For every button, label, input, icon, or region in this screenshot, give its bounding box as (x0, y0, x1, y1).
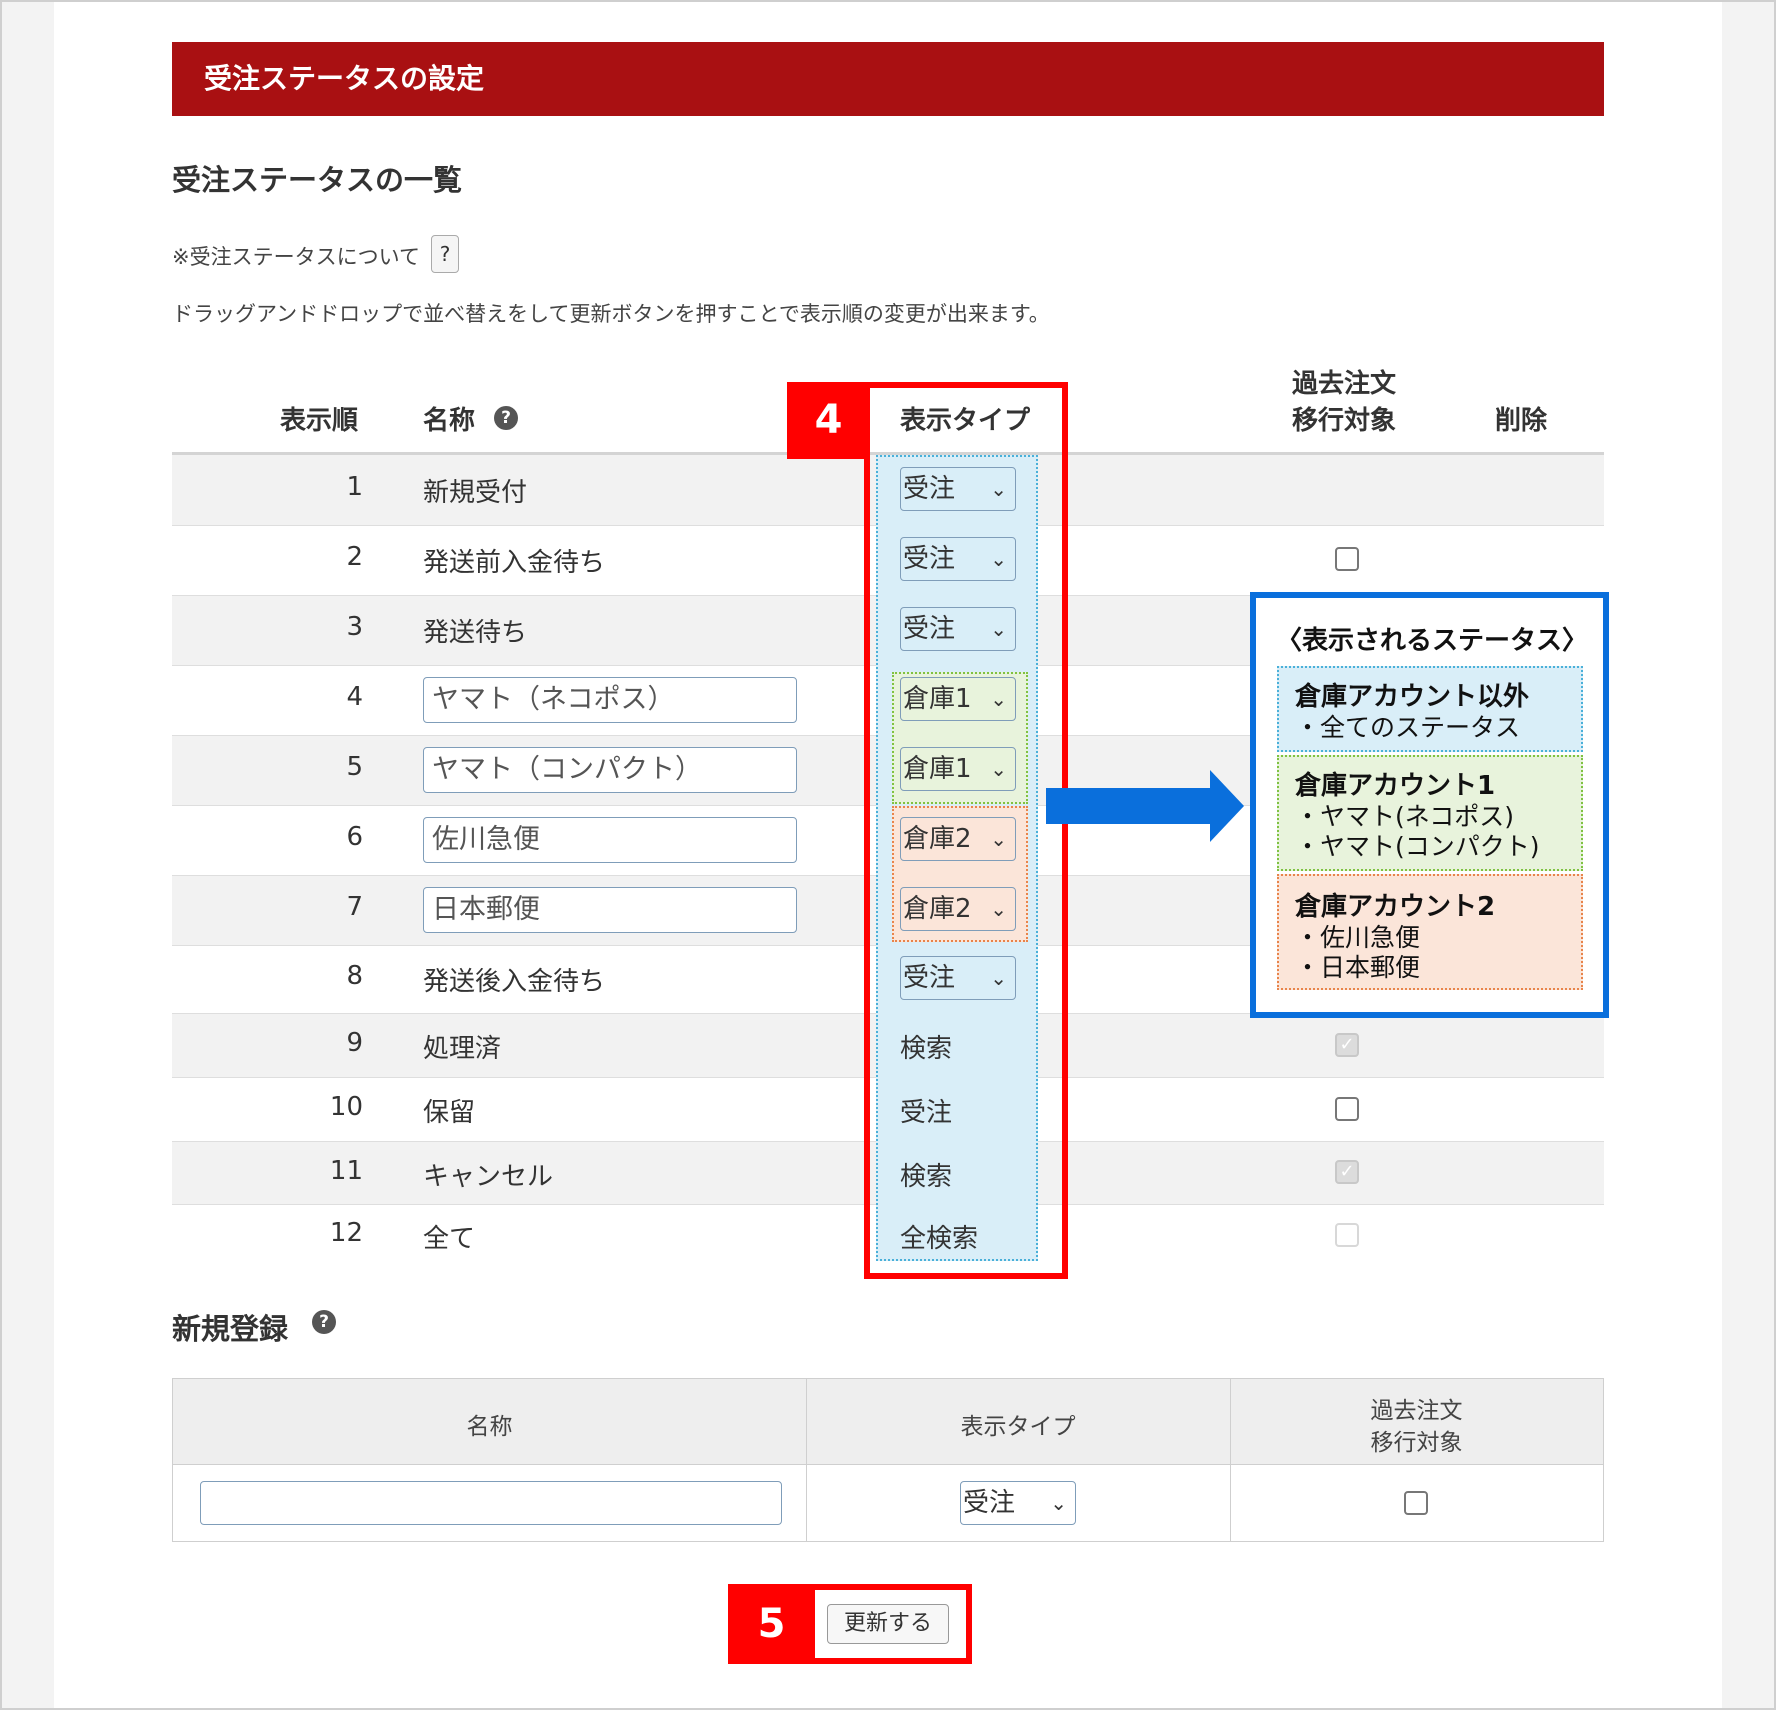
page-title: 受注ステータスの設定 (204, 62, 485, 95)
callout-group-warehouse2: 倉庫アカウント2 ・佐川急便 ・日本郵便 (1277, 874, 1583, 990)
row-name: 発送前入金待ち (423, 548, 606, 578)
callout-group-default: 倉庫アカウント以外 ・全てのステータス (1277, 666, 1583, 752)
register-migrate-checkbox[interactable] (1404, 1491, 1428, 1515)
annotation-label-4: 4 (787, 382, 870, 459)
register-name-input[interactable] (200, 1481, 782, 1525)
migrate-checkbox: ✓ (1335, 1033, 1359, 1057)
status-callout: 〈表示されるステータス〉 倉庫アカウント以外 ・全てのステータス 倉庫アカウント… (1250, 592, 1609, 1018)
register-header-migrate-line1: 過去注文 (1370, 1398, 1463, 1424)
header-delete: 削除 (1495, 406, 1548, 436)
arrow-right-icon (1046, 770, 1244, 842)
annotation-box-4 (864, 382, 1068, 1279)
page-header: 受注ステータスの設定 (172, 42, 1604, 116)
update-button[interactable]: 更新する (827, 1604, 949, 1644)
chevron-down-icon: ⌄ (1050, 1491, 1067, 1515)
header-migrate-line1: 過去注文 (1292, 369, 1397, 399)
left-gutter (2, 2, 54, 1708)
row-order: 11 (329, 1156, 363, 1186)
callout-group-item: ・日本郵便 (1295, 953, 1421, 982)
status-name-input[interactable]: 佐川急便 (423, 817, 797, 863)
row-order: 2 (346, 542, 363, 572)
register-header-migrate-line2: 移行対象 (1370, 1430, 1463, 1456)
callout-group-warehouse1: 倉庫アカウント1 ・ヤマト(ネコポス) ・ヤマト(コンパクト) (1277, 755, 1583, 871)
migrate-checkbox[interactable] (1335, 547, 1359, 571)
name-help-icon[interactable]: ? (494, 406, 518, 430)
row-name: 保留 (423, 1098, 476, 1128)
row-order: 12 (329, 1218, 363, 1248)
header-name: 名称 (423, 406, 476, 436)
callout-group-item: ・全てのステータス (1295, 713, 1521, 742)
register-header-name: 名称 (466, 1414, 513, 1440)
annotation-label-5: 5 (728, 1584, 815, 1664)
column-divider (806, 1379, 807, 1541)
row-order: 10 (329, 1092, 363, 1122)
reorder-description: ドラッグアンドドロップで並べ替えをして更新ボタンを押すことで表示順の変更が出来ま… (172, 302, 1050, 326)
row-name: 全て (423, 1224, 476, 1254)
list-section-title: 受注ステータスの一覧 (172, 163, 463, 197)
row-order: 5 (346, 752, 363, 782)
row-order: 7 (346, 892, 363, 922)
register-type-value: 受注 (963, 1488, 1016, 1518)
migrate-checkbox (1335, 1223, 1359, 1247)
right-gutter (1722, 2, 1774, 1708)
register-type-select[interactable]: 受注 ⌄ (960, 1481, 1076, 1525)
row-name: 処理済 (423, 1034, 502, 1064)
status-help-button[interactable]: ? (431, 235, 459, 273)
row-order: 3 (346, 612, 363, 642)
migrate-checkbox: ✓ (1335, 1160, 1359, 1184)
header-order: 表示順 (280, 406, 359, 436)
row-order: 8 (346, 961, 363, 991)
register-header-type: 表示タイプ (960, 1414, 1076, 1440)
row-name: 新規受付 (423, 478, 528, 508)
row-order: 6 (346, 822, 363, 852)
header-migrate-line2: 移行対象 (1292, 406, 1397, 436)
status-name-input[interactable]: ヤマト（ネコポス） (423, 677, 797, 723)
row-order: 9 (346, 1028, 363, 1058)
register-section-title: 新規登録 (172, 1312, 289, 1346)
callout-title: 〈表示されるステータス〉 (1276, 626, 1589, 656)
callout-group-item: ・ヤマト(コンパクト) (1295, 832, 1540, 861)
register-table: 名称 表示タイプ 過去注文 移行対象 受注 ⌄ (172, 1378, 1604, 1542)
row-name: 発送後入金待ち (423, 967, 606, 997)
status-name-input[interactable]: 日本郵便 (423, 887, 797, 933)
status-note: ※受注ステータスについて (172, 245, 420, 269)
migrate-checkbox[interactable] (1335, 1097, 1359, 1121)
row-name: 発送待ち (423, 618, 528, 648)
row-order: 4 (346, 682, 363, 712)
row-name: キャンセル (423, 1162, 554, 1192)
row-order: 1 (346, 472, 363, 502)
register-help-icon[interactable]: ? (312, 1310, 336, 1334)
status-name-input[interactable]: ヤマト（コンパクト） (423, 747, 797, 793)
